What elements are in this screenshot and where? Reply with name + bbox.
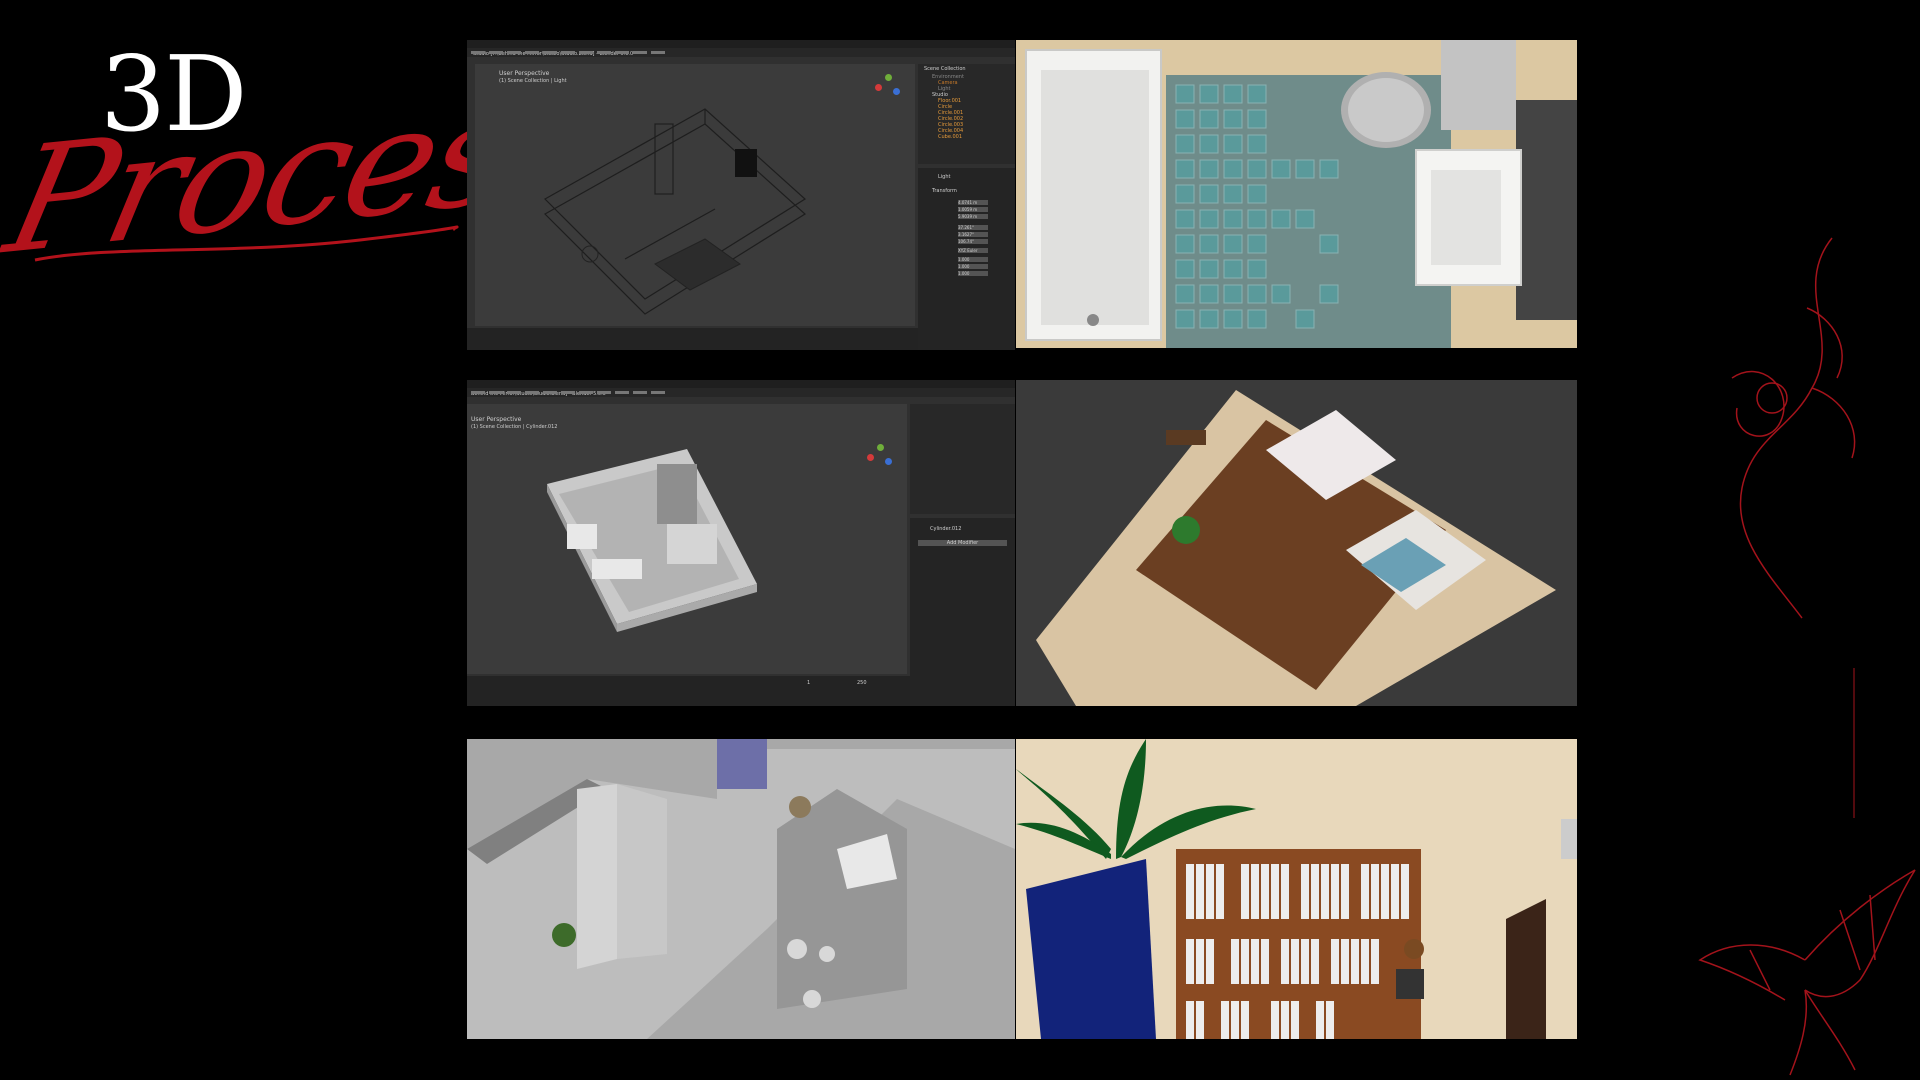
blender-room-perspective	[467, 739, 1015, 1039]
perspective-model	[467, 739, 1015, 1039]
add-modifier-button[interactable]: Add Modifier	[918, 540, 1007, 546]
title-flourish	[34, 225, 459, 262]
viewport-2[interactable]: User Perspective (1) Scene Collection | …	[467, 404, 907, 674]
rotation-z[interactable]: 106.74°	[958, 239, 988, 244]
frame-start[interactable]: 1	[807, 680, 810, 686]
outliner-1[interactable]: Scene Collection Environment Camera Ligh…	[918, 64, 1015, 164]
wireframe-room	[544, 108, 806, 315]
render-bookshelf	[1016, 739, 1577, 1039]
frame-end[interactable]: 250	[857, 680, 867, 686]
room-top-render	[1036, 390, 1556, 706]
outliner-title: Scene Collection	[924, 66, 966, 72]
property-section: Transform	[932, 188, 957, 194]
divider-line	[1853, 668, 1855, 818]
gizmo[interactable]	[867, 444, 893, 470]
blender-window-1: Studio [F:\Behind the Mirror\Studio\Stud…	[467, 40, 1015, 350]
gizmo[interactable]	[875, 74, 901, 100]
bat-icon	[1698, 869, 1916, 1076]
active-object: Cylinder.012	[930, 526, 962, 532]
solid-room-model	[547, 449, 757, 632]
render-room-top	[1016, 380, 1577, 706]
location-y[interactable]: 1.0059 m	[958, 207, 988, 212]
blender-titlebar: Studio [F:\Behind the Mirror\Studio\Stud…	[467, 40, 1015, 57]
timeline-2[interactable]: 1 250	[467, 676, 910, 706]
bookshelf-render	[1016, 739, 1577, 1039]
properties-1[interactable]: Light Transform 4.0741 m 1.0059 m 5.9039…	[918, 168, 1015, 350]
rotation-x[interactable]: 37.261°	[958, 225, 988, 230]
timeline-1[interactable]	[467, 328, 918, 350]
scale-z[interactable]: 1.000	[958, 271, 988, 276]
outliner-2[interactable]	[910, 404, 1015, 514]
location-x[interactable]: 4.0741 m	[958, 200, 988, 205]
blender-titlebar: Behind the Mirror\Studio\Studio.blend] -…	[467, 380, 1015, 397]
scale-y[interactable]: 1.000	[958, 264, 988, 269]
rotation-mode[interactable]: XYZ Euler	[958, 248, 988, 253]
viewport-1[interactable]: User Perspective (1) Scene Collection | …	[475, 64, 915, 326]
properties-2[interactable]: Cylinder.012 Add Modifier	[910, 518, 1015, 706]
bathroom-render	[1016, 40, 1577, 348]
active-object: Light	[938, 174, 951, 180]
render-bathroom-top	[1016, 40, 1577, 348]
scale-x[interactable]: 1.000	[958, 257, 988, 262]
outliner-item[interactable]: Cube.001	[918, 134, 1015, 140]
decorative-flourish-icon	[1731, 237, 1856, 619]
blender-window-2: Behind the Mirror\Studio\Studio.blend] -…	[467, 380, 1015, 706]
rotation-y[interactable]: 3.1627°	[958, 232, 988, 237]
location-z[interactable]: 5.9039 m	[958, 214, 988, 219]
